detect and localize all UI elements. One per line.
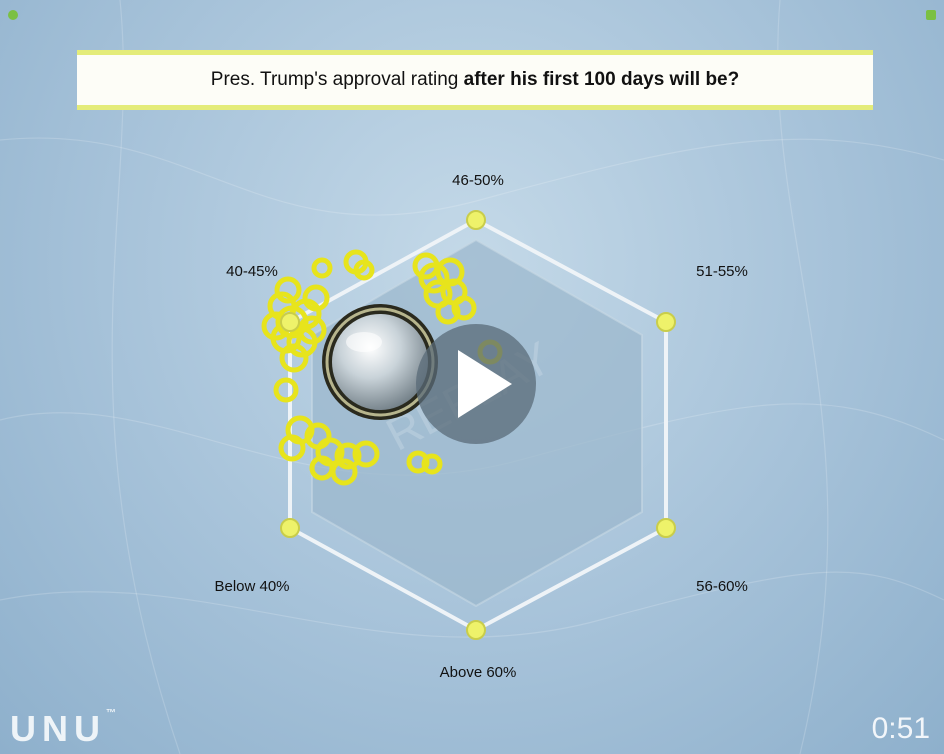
answer-label-lower-right[interactable]: 56-60%	[696, 578, 748, 595]
unu-logo: UNU™	[10, 708, 122, 750]
answer-label-bottom[interactable]: Above 60%	[440, 664, 517, 681]
answer-label-upper-right[interactable]: 51-55%	[696, 263, 748, 280]
answer-node-top[interactable]	[466, 210, 486, 230]
answer-node-upper-right[interactable]	[656, 312, 676, 332]
answer-label-upper-left[interactable]: 40-45%	[226, 263, 278, 280]
answer-node-lower-left[interactable]	[280, 518, 300, 538]
play-icon[interactable]	[416, 324, 536, 444]
answer-label-top[interactable]: 46-50%	[452, 172, 504, 189]
trademark-mark: ™	[106, 708, 122, 719]
hex-board: REPLAY	[261, 210, 676, 640]
answer-node-bottom[interactable]	[466, 620, 486, 640]
swarm-session-view: Pres. Trump's approval rating after his …	[0, 0, 944, 754]
answer-node-lower-right[interactable]	[656, 518, 676, 538]
countdown-timer: 0:51	[871, 712, 930, 745]
unu-logo-text: UNU	[10, 708, 106, 749]
answer-node-upper-left[interactable]	[280, 312, 300, 332]
answer-label-lower-left[interactable]: Below 40%	[214, 578, 289, 595]
